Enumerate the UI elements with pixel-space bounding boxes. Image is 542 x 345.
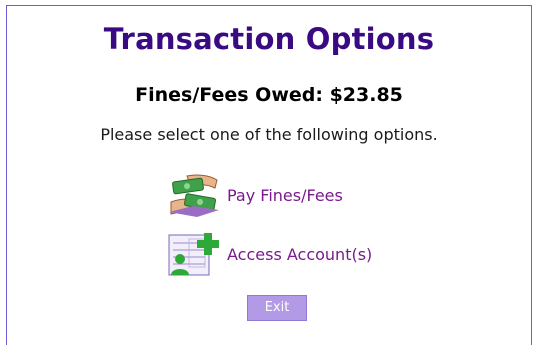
pay-fines-option[interactable]: Pay Fines/Fees: [167, 172, 343, 218]
pay-fines-link[interactable]: Pay Fines/Fees: [227, 186, 343, 205]
page-title: Transaction Options: [103, 22, 435, 56]
exit-button[interactable]: Exit: [247, 295, 307, 321]
transaction-panel: Transaction Options Fines/Fees Owed: $23…: [6, 5, 532, 345]
instruction-text: Please select one of the following optio…: [100, 125, 438, 144]
access-account-option[interactable]: Access Account(s): [167, 231, 372, 277]
fines-owed-label: Fines/Fees Owed: $23.85: [135, 84, 403, 106]
money-hands-icon: [167, 172, 221, 218]
account-ledger-icon: [167, 231, 221, 277]
access-account-link[interactable]: Access Account(s): [227, 245, 372, 264]
